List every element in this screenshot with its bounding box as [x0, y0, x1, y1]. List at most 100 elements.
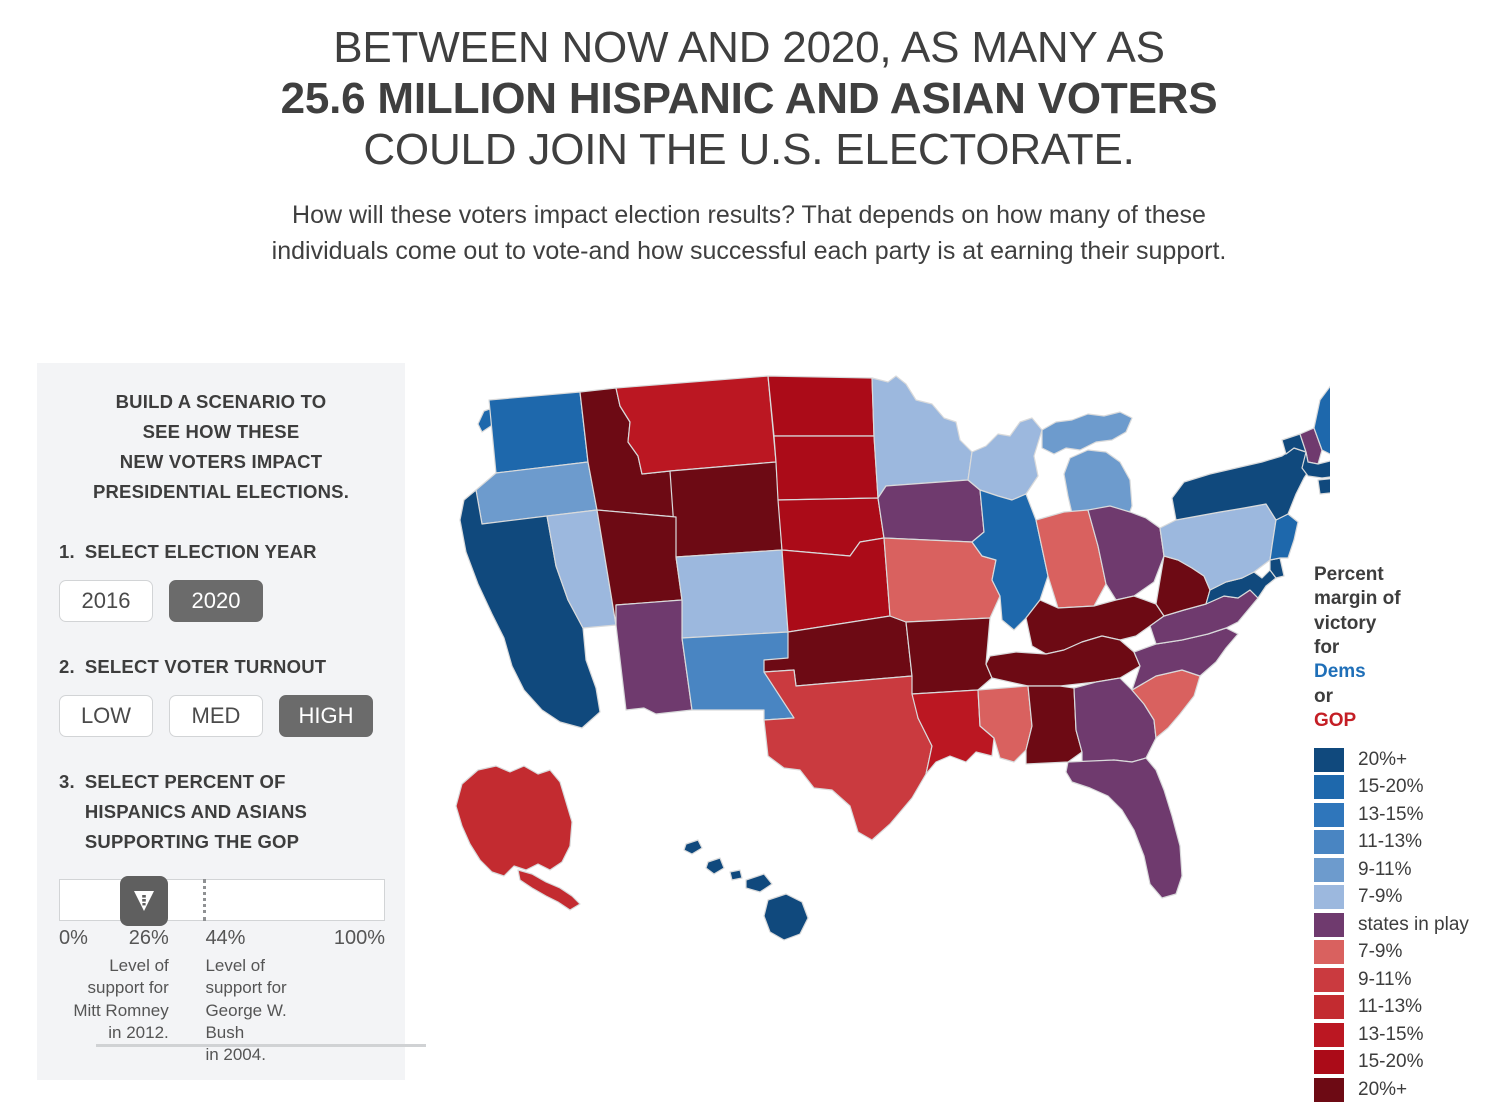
panel-title-line-4: PRESIDENTIAL ELECTIONS.: [92, 480, 350, 502]
panel-title-line-2: SEE HOW THESE: [142, 420, 300, 442]
state-HI-3[interactable]: [729, 869, 743, 881]
state-CO[interactable]: [675, 549, 789, 639]
state-MN[interactable]: [871, 375, 973, 499]
page-header: BETWEEN NOW AND 2020, AS MANY AS 25.6 MI…: [0, 0, 1498, 270]
state-AZ[interactable]: [615, 599, 693, 715]
legend-swatch: [1314, 967, 1344, 992]
state-HI-5[interactable]: [763, 893, 809, 941]
step-select-election-year: 1. SELECT ELECTION YEAR 2016 2020: [59, 537, 383, 622]
headline-line-1: BETWEEN NOW AND 2020, AS MANY AS: [333, 23, 1165, 72]
step1-text: SELECT ELECTION YEAR: [84, 540, 317, 562]
page-subtitle: How will these voters impact election re…: [174, 197, 1324, 270]
subtitle-line-1: How will these voters impact election re…: [292, 201, 1206, 230]
legend-label: 7-9%: [1358, 886, 1403, 908]
state-WY[interactable]: [669, 461, 783, 558]
legend-item[interactable]: 9-11%: [1314, 966, 1484, 994]
state-FL[interactable]: [1065, 757, 1183, 899]
step2-label: 2. SELECT VOTER TURNOUT: [59, 652, 383, 682]
slider-tick-marker: 44%: [205, 926, 246, 949]
year-button-2020[interactable]: 2020: [169, 579, 263, 622]
turnout-button-med[interactable]: MED: [169, 694, 263, 737]
step-select-voter-turnout: 2. SELECT VOTER TURNOUT LOW MED HIGH: [59, 652, 383, 737]
legend-label: 20%+: [1358, 1078, 1408, 1100]
state-WA-main[interactable]: [488, 391, 589, 474]
step2-number: 2.: [59, 655, 75, 677]
step2-text: SELECT VOTER TURNOUT: [84, 655, 327, 677]
gop-support-slider[interactable]: 0% 26% 44% 100% Level of support for Mit…: [59, 875, 385, 1085]
sidebar-divider: [96, 1044, 426, 1047]
legend-swatch: [1314, 802, 1344, 827]
legend-item[interactable]: states in play: [1314, 911, 1484, 939]
legend-item[interactable]: 13-15%: [1314, 1021, 1484, 1049]
legend-swatch: [1314, 747, 1344, 772]
map-legend: Percent margin of victory for Dems or GO…: [1314, 563, 1484, 1104]
slider-reference-marker-44: [202, 878, 208, 921]
legend-item[interactable]: 11-13%: [1314, 994, 1484, 1022]
legend-title: Percent margin of victory for Dems or GO…: [1314, 563, 1484, 733]
state-AL[interactable]: [1025, 685, 1083, 765]
state-WI[interactable]: [967, 417, 1043, 501]
legend-item[interactable]: 11-13%: [1314, 829, 1484, 857]
scenario-builder-panel: BUILD A SCENARIO TO SEE HOW THESE NEW VO…: [37, 363, 426, 1080]
legend-label: 13-15%: [1358, 803, 1424, 825]
panel-title: BUILD A SCENARIO TO SEE HOW THESE NEW VO…: [59, 387, 383, 507]
state-ND[interactable]: [767, 375, 875, 437]
panel-title-line-1: BUILD A SCENARIO TO: [115, 391, 327, 412]
step-select-gop-support-percent: 3. SELECT PERCENT OF HISPANICS AND ASIAN…: [59, 767, 385, 1085]
state-IA[interactable]: [877, 479, 985, 543]
legend-label: 13-15%: [1358, 1023, 1424, 1045]
slider-track[interactable]: [59, 875, 385, 926]
legend-label: 9-11%: [1358, 858, 1412, 880]
state-AK-tail[interactable]: [517, 869, 581, 911]
panel-title-line-3: NEW VOTERS IMPACT: [119, 450, 323, 472]
legend-title-line-3: victory: [1314, 612, 1377, 634]
map-svg: [455, 375, 1330, 941]
legend-item[interactable]: 15-20%: [1314, 774, 1484, 802]
legend-item[interactable]: 7-9%: [1314, 884, 1484, 912]
legend-item[interactable]: 9-11%: [1314, 856, 1484, 884]
slider-annotations: Level of support for Mitt Romney in 2012…: [59, 955, 385, 1085]
legend-label: 15-20%: [1358, 1051, 1424, 1073]
legend-swatch: [1314, 1022, 1344, 1047]
state-HI-1[interactable]: [683, 839, 703, 855]
state-TX[interactable]: [763, 669, 933, 841]
state-HI-4[interactable]: [745, 873, 773, 893]
state-AK[interactable]: [455, 765, 573, 877]
turnout-button-high[interactable]: HIGH: [279, 694, 373, 737]
step1-label: 1. SELECT ELECTION YEAR: [59, 537, 383, 567]
state-HI-2[interactable]: [705, 857, 725, 875]
legend-title-line-1: Percent: [1314, 564, 1384, 585]
legend-label: 20%+: [1358, 748, 1408, 770]
legend-item[interactable]: 13-15%: [1314, 801, 1484, 829]
headline-line-3: COULD JOIN THE U.S. ELECTORATE.: [363, 125, 1135, 175]
state-SD[interactable]: [773, 435, 879, 501]
legend-item[interactable]: 7-9%: [1314, 939, 1484, 967]
legend-label: 11-13%: [1358, 996, 1423, 1018]
step3-number: 3.: [59, 770, 75, 792]
legend-swatch: [1314, 995, 1344, 1020]
headline-line-2: 25.6 MILLION HISPANIC AND ASIAN VOTERS: [280, 74, 1218, 124]
slider-tick-handle: 26%: [128, 926, 169, 949]
legend-label: 7-9%: [1358, 941, 1403, 963]
state-CT[interactable]: [1317, 478, 1330, 495]
slider-handle[interactable]: [120, 875, 169, 926]
state-AR[interactable]: [905, 617, 993, 695]
legend-title-line-4: for Dems: [1314, 636, 1484, 685]
legend-label: 9-11%: [1358, 968, 1412, 990]
year-button-2016[interactable]: 2016: [59, 579, 153, 622]
us-choropleth-map: [420, 370, 1330, 980]
legend-item[interactable]: 20%+: [1314, 1076, 1484, 1104]
legend-label: 15-20%: [1358, 776, 1424, 798]
election-year-button-group: 2016 2020: [59, 579, 383, 622]
legend-item[interactable]: 15-20%: [1314, 1049, 1484, 1077]
step3-text: SELECT PERCENT OF HISPANICS AND ASIANS S…: [84, 770, 308, 852]
turnout-button-low[interactable]: LOW: [59, 694, 153, 737]
legend-title-line-5: or GOP: [1314, 685, 1484, 734]
legend-item[interactable]: 20%+: [1314, 746, 1484, 774]
state-MT[interactable]: [615, 375, 777, 475]
legend-swatch: [1314, 1077, 1344, 1102]
note-bush-2004: Level of support for George W. Bush in 2…: [205, 955, 287, 1065]
slider-tick-min: 0%: [59, 926, 88, 949]
state-MI[interactable]: [1041, 411, 1133, 455]
step3-label: 3. SELECT PERCENT OF HISPANICS AND ASIAN…: [59, 767, 383, 857]
